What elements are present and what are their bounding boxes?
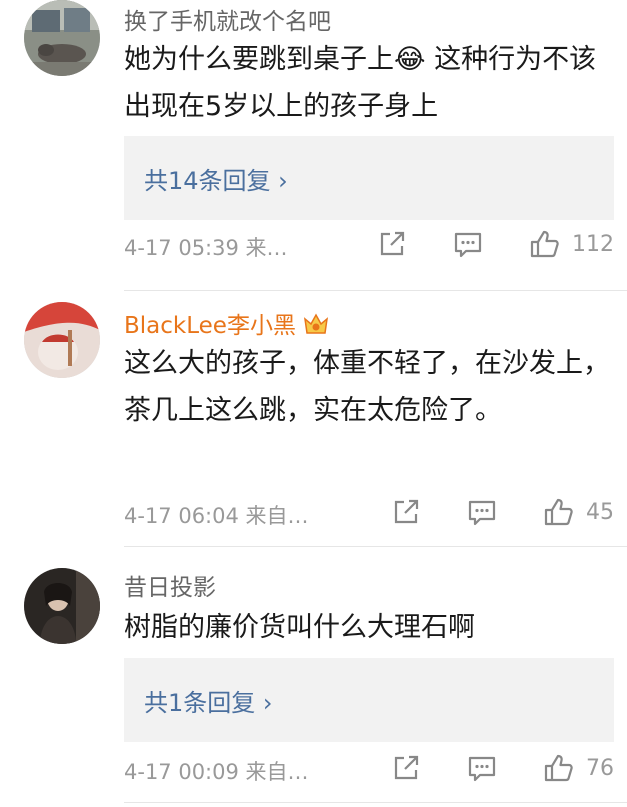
replies-link[interactable]: 共1条回复 › bbox=[124, 658, 614, 742]
vip-crown-badge-icon bbox=[302, 311, 330, 343]
like-count: 112 bbox=[572, 232, 614, 257]
like-count: 45 bbox=[586, 500, 614, 525]
comment-text: 这么大的孩子，体重不轻了，在沙发上，茶几上这么跳，实在太危险了。 bbox=[124, 348, 610, 426]
divider bbox=[124, 290, 627, 291]
share-icon[interactable] bbox=[376, 228, 408, 260]
username[interactable]: 昔日投影 bbox=[124, 568, 216, 602]
thumbs-up-icon[interactable] bbox=[528, 228, 560, 260]
replies-label: 共14条回复 › bbox=[144, 167, 288, 195]
avatar[interactable] bbox=[24, 568, 100, 644]
comment-icon[interactable] bbox=[452, 228, 484, 260]
share-icon[interactable] bbox=[390, 752, 422, 784]
divider bbox=[124, 546, 627, 547]
thumbs-up-icon[interactable] bbox=[542, 496, 574, 528]
comment-meta: 4-17 05:39 来… 112 bbox=[124, 228, 624, 268]
username[interactable]: BlackLee李小黑 bbox=[124, 306, 330, 343]
comment-icon[interactable] bbox=[466, 496, 498, 528]
comment-text: 她为什么要跳到桌子上😂 这种行为不该出现在5岁以上的孩子身上 bbox=[124, 44, 597, 122]
share-icon[interactable] bbox=[390, 496, 422, 528]
comment-text: 树脂的廉价货叫什么大理石啊 bbox=[124, 612, 475, 643]
comment-meta: 4-17 06:04 来自… 45 bbox=[124, 496, 624, 536]
replies-label: 共1条回复 › bbox=[144, 689, 273, 717]
thumbs-up-icon[interactable] bbox=[542, 752, 574, 784]
avatar[interactable] bbox=[24, 302, 100, 378]
comment-meta: 4-17 00:09 来自… 76 bbox=[124, 752, 624, 792]
timestamp: 4-17 06:04 来自… bbox=[124, 504, 309, 528]
avatar[interactable] bbox=[24, 0, 100, 76]
comment-icon[interactable] bbox=[466, 752, 498, 784]
timestamp: 4-17 05:39 来… bbox=[124, 236, 288, 260]
timestamp: 4-17 00:09 来自… bbox=[124, 760, 309, 784]
like-count: 76 bbox=[586, 756, 614, 781]
username[interactable]: 换了手机就改个名吧 bbox=[124, 2, 331, 36]
replies-link[interactable]: 共14条回复 › bbox=[124, 136, 614, 220]
username-text: BlackLee李小黑 bbox=[124, 313, 296, 339]
divider bbox=[124, 802, 627, 803]
